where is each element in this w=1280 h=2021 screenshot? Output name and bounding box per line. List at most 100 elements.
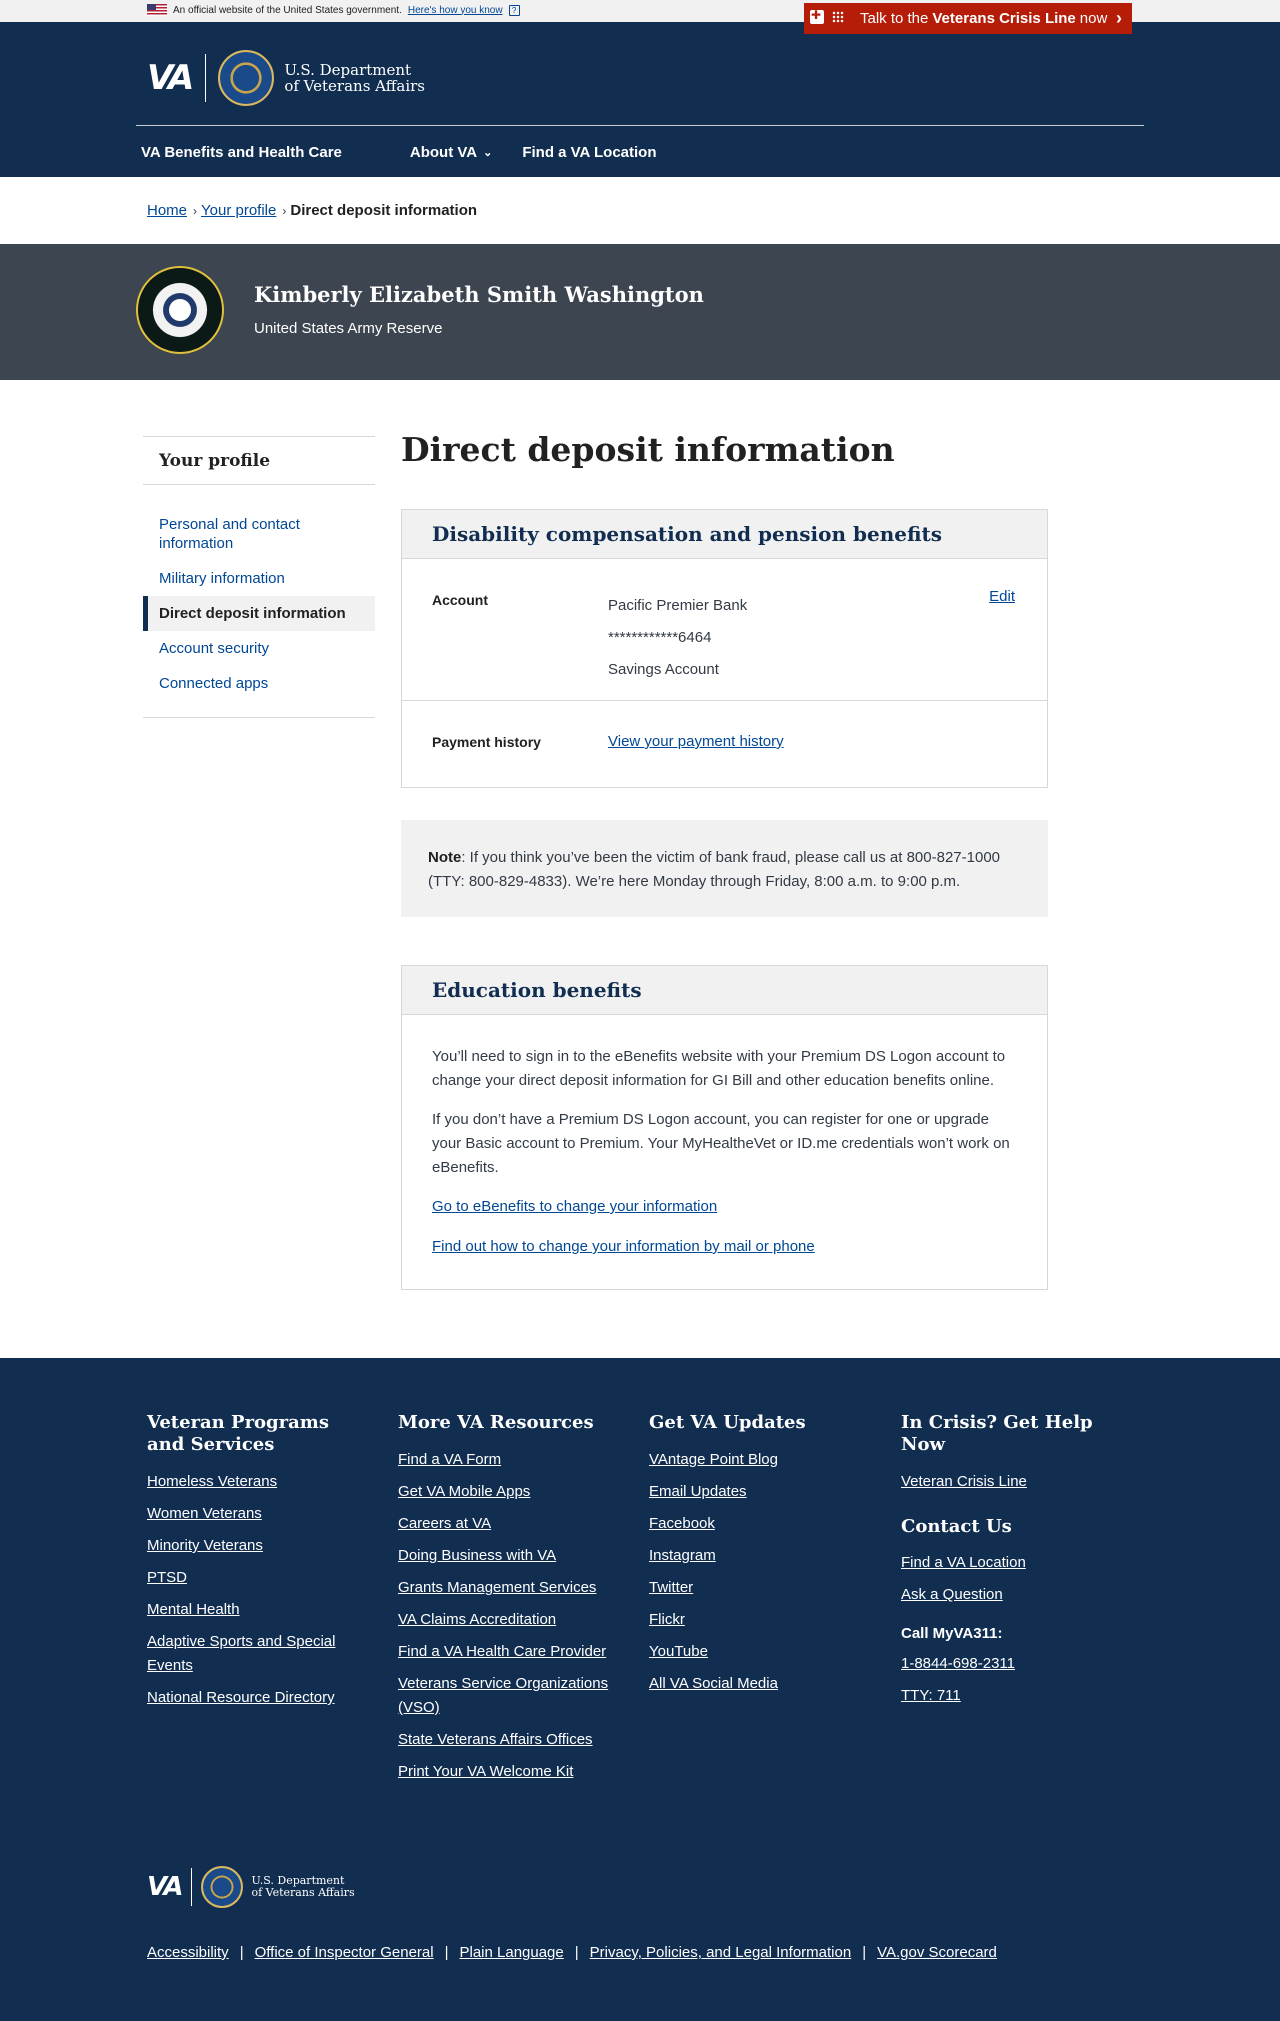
nav-about-va[interactable]: About VA ⌄ xyxy=(410,144,492,161)
logo-divider xyxy=(191,1868,193,1906)
footer-link[interactable]: Doing Business with VA xyxy=(398,1544,618,1568)
footer-link[interactable]: PTSD xyxy=(147,1566,367,1590)
edit-account-button[interactable]: Edit xyxy=(989,588,1015,605)
official-gov-banner: An official website of the United States… xyxy=(0,0,1280,34)
va-logo-text: VA xyxy=(147,58,194,98)
footer-col-updates: Get VA Updates VAntage Point Blog Email … xyxy=(649,1412,869,1704)
veterans-crisis-line-button[interactable]: Talk to the Veterans Crisis Line now › xyxy=(804,3,1132,34)
breadcrumb: Home › Your profile › Direct deposit inf… xyxy=(0,177,1280,244)
nav-label: VA Benefits and Health Care xyxy=(141,144,342,161)
nav-label: Find a VA Location xyxy=(522,144,657,161)
profile-sidenav: Your profile Personal and contact inform… xyxy=(143,436,375,718)
sidenav-item-personal-contact[interactable]: Personal and contact information xyxy=(143,507,375,561)
breadcrumb-home[interactable]: Home xyxy=(147,202,187,219)
va-logo[interactable]: VA U.S. Department of Veterans Affairs xyxy=(147,50,425,106)
footer-link[interactable]: Mental Health xyxy=(147,1598,367,1622)
breadcrumb-separator: › xyxy=(282,203,287,218)
footer-link[interactable]: Women Veterans xyxy=(147,1502,367,1526)
separator: | xyxy=(444,1944,449,1961)
direct-deposit-section: Direct deposit information Disability co… xyxy=(401,430,1048,1290)
footer-link[interactable]: National Resource Directory xyxy=(147,1686,367,1710)
footer-col-crisis: In Crisis? Get Help Now Veteran Crisis L… xyxy=(901,1412,1141,1716)
crisis-prefix: Talk to the xyxy=(860,10,929,27)
bank-name: Pacific Premier Bank xyxy=(608,597,748,614)
ebenefits-link[interactable]: Go to eBenefits to change your informati… xyxy=(432,1195,1017,1219)
footer-link[interactable]: Ask a Question xyxy=(901,1583,1141,1607)
footer-col-resources: More VA Resources Find a VA Form Get VA … xyxy=(398,1412,618,1792)
breadcrumb-your-profile[interactable]: Your profile xyxy=(201,202,276,219)
sidenav-item-military[interactable]: Military information xyxy=(143,561,375,596)
sidenav-item-connected-apps[interactable]: Connected apps xyxy=(143,666,375,701)
plain-language-link[interactable]: Plain Language xyxy=(459,1944,563,1961)
footer-bottom-links: Accessibility | Office of Inspector Gene… xyxy=(147,1944,997,1961)
footer-link[interactable]: VAntage Point Blog xyxy=(649,1448,869,1472)
profile-name: Kimberly Elizabeth Smith Washington xyxy=(254,282,704,307)
nav-label: About VA xyxy=(409,144,478,161)
nav-find-location[interactable]: Find a VA Location xyxy=(522,144,656,161)
payment-history-label: Payment history xyxy=(432,734,541,750)
footer-link[interactable]: State Veterans Affairs Offices xyxy=(398,1728,618,1752)
footer-link[interactable]: Find a VA Health Care Provider xyxy=(398,1640,618,1664)
footer-tty-link[interactable]: TTY: 711 xyxy=(901,1684,1141,1708)
footer-link[interactable]: Find a VA Form xyxy=(398,1448,618,1472)
note-label: Note xyxy=(428,849,462,866)
footer-link[interactable]: Careers at VA xyxy=(398,1512,618,1536)
accessibility-link[interactable]: Accessibility xyxy=(147,1944,229,1961)
fraud-note: Note: If you think you’ve been the victi… xyxy=(401,820,1048,917)
footer-link[interactable]: Minority Veterans xyxy=(147,1534,367,1558)
sidenav-item-direct-deposit[interactable]: Direct deposit information xyxy=(143,596,375,631)
footer-link[interactable]: VA Claims Accreditation xyxy=(398,1608,618,1632)
army-seal-icon xyxy=(136,266,224,354)
footer-link[interactable]: Flickr xyxy=(649,1608,869,1632)
dept-line-2: of Veterans Affairs xyxy=(251,1886,355,1899)
contact-us-title: Contact Us xyxy=(901,1516,1012,1537)
footer-link[interactable]: YouTube xyxy=(649,1640,869,1664)
footer-link[interactable]: Homeless Veterans xyxy=(147,1470,367,1494)
footer-va-logo[interactable]: VA U.S. Department of Veterans Affairs xyxy=(147,1866,355,1908)
footer-link[interactable]: All VA Social Media xyxy=(649,1672,869,1696)
sidenav-item-account-security[interactable]: Account security xyxy=(143,631,375,666)
va-logo-text: VA xyxy=(147,1872,184,1902)
privacy-policies-link[interactable]: Privacy, Policies, and Legal Information xyxy=(590,1944,852,1961)
help-icon[interactable]: ? xyxy=(508,4,520,16)
inspector-general-link[interactable]: Office of Inspector General xyxy=(255,1944,434,1961)
footer-link[interactable]: Instagram xyxy=(649,1544,869,1568)
site-header: VA U.S. Department of Veterans Affairs V… xyxy=(0,22,1280,177)
chevron-down-icon: ⌄ xyxy=(483,147,493,159)
va-seal-icon xyxy=(218,50,275,106)
footer-link[interactable]: Veterans Service Organizations (VSO) xyxy=(398,1672,618,1720)
profile-branch: United States Army Reserve xyxy=(254,320,443,337)
account-values: Pacific Premier Bank ************6464 Sa… xyxy=(608,590,747,686)
education-body: You’ll need to sign in to the eBenefits … xyxy=(402,1015,1047,1289)
mail-phone-link[interactable]: Find out how to change your information … xyxy=(432,1235,1017,1259)
education-paragraph-2: If you don’t have a Premium DS Logon acc… xyxy=(432,1111,1010,1176)
footer-col-title: Get VA Updates xyxy=(649,1412,806,1433)
footer-link[interactable]: Get VA Mobile Apps xyxy=(398,1480,618,1504)
footer-link[interactable]: Print Your VA Welcome Kit xyxy=(398,1760,618,1784)
footer-crisis-line-link[interactable]: Veteran Crisis Line xyxy=(901,1470,1141,1494)
footer-link[interactable]: Email Updates xyxy=(649,1480,869,1504)
logo-divider xyxy=(205,54,207,102)
footer-phone-link[interactable]: 1-8844-698-2311 xyxy=(901,1652,1141,1676)
footer-link[interactable]: Grants Management Services xyxy=(398,1576,618,1600)
footer-link[interactable]: Facebook xyxy=(649,1512,869,1536)
footer-col-title: In Crisis? Get Help Now xyxy=(901,1412,1093,1455)
scorecard-link[interactable]: VA.gov Scorecard xyxy=(877,1944,997,1961)
footer-link[interactable]: Find a VA Location xyxy=(901,1551,1141,1575)
crisis-suffix: now xyxy=(1079,10,1108,27)
dept-line-2: of Veterans Affairs xyxy=(284,77,425,95)
site-footer: Veteran Programs and Services Homeless V… xyxy=(0,1358,1280,2021)
nav-benefits-health-care[interactable]: VA Benefits and Health Care xyxy=(141,144,342,161)
footer-link[interactable]: Adaptive Sports and Special Events xyxy=(147,1630,367,1678)
education-benefits-card: Education benefits You’ll need to sign i… xyxy=(401,965,1048,1290)
va-seal-icon xyxy=(201,1866,244,1908)
view-payment-history-link[interactable]: View your payment history xyxy=(608,733,784,750)
us-flag-icon xyxy=(147,4,167,16)
chevron-right-icon: › xyxy=(1116,8,1122,28)
heres-how-you-know-link[interactable]: Here's how you know xyxy=(408,5,503,16)
footer-link[interactable]: Twitter xyxy=(649,1576,869,1600)
dept-name: U.S. Department of Veterans Affairs xyxy=(284,62,425,94)
main-nav: VA Benefits and Health Care About VA ⌄ F… xyxy=(141,144,725,161)
sidenav-title: Your profile xyxy=(143,436,375,485)
footer-col-title: Veteran Programs and Services xyxy=(147,1412,329,1455)
